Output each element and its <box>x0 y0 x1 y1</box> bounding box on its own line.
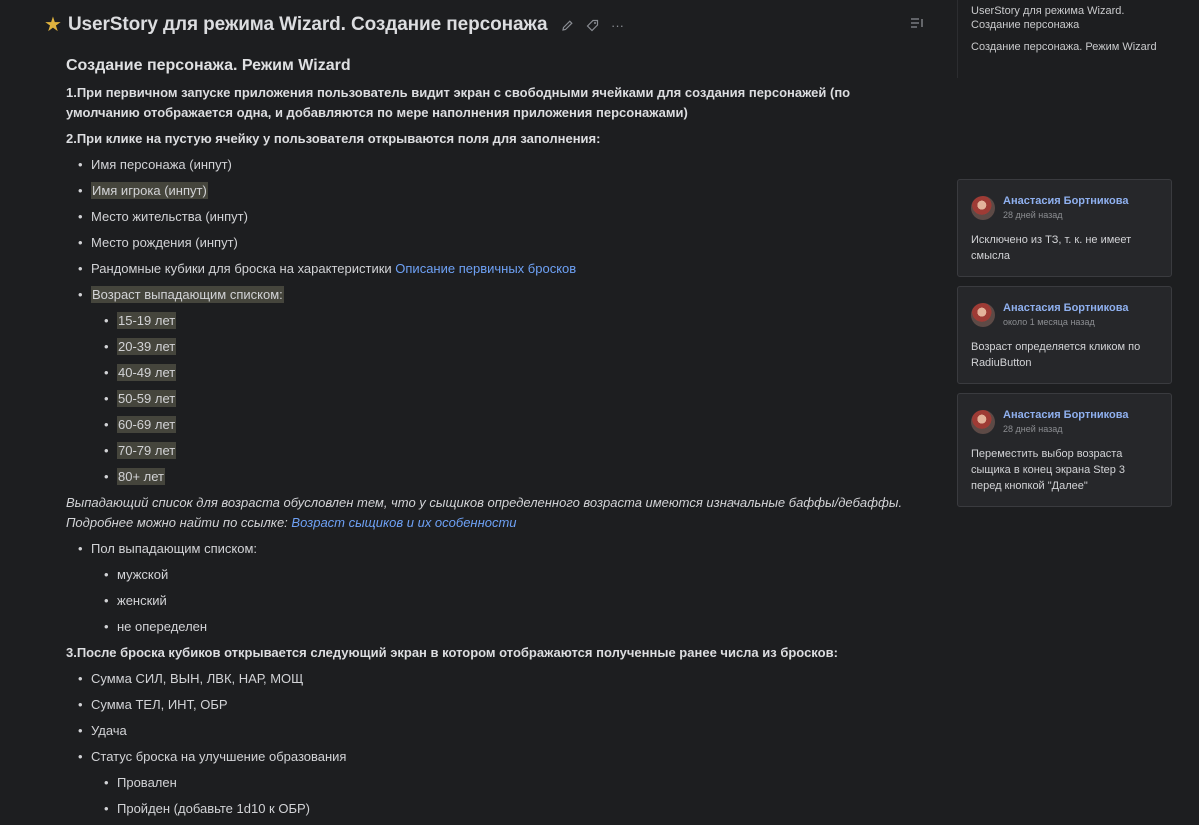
gender-option: женский <box>66 591 916 617</box>
link-age-features[interactable]: Возраст сыщиков и их особенности <box>291 515 516 530</box>
avatar <box>971 303 995 327</box>
edu-option: Провален <box>66 773 916 799</box>
list-item: Место жительства (инпут) <box>66 207 916 233</box>
age-option: 80+ лет <box>66 467 916 493</box>
gender-option: не опеределен <box>66 617 916 643</box>
comment-author[interactable]: Анастасия Бортникова <box>1003 301 1129 315</box>
comment-time: 28 дней назад <box>1003 210 1063 220</box>
toc-item[interactable]: Создание персонажа. Режим Wizard <box>971 40 1171 54</box>
list-item: Возраст выпадающим списком: <box>66 285 916 311</box>
age-option: 15-19 лет <box>66 311 916 337</box>
link-primary-rolls[interactable]: Описание первичных бросков <box>395 261 576 276</box>
comment-text: Возраст определяется кликом по RadiuButt… <box>971 341 1141 369</box>
more-icon[interactable]: ··· <box>610 17 626 33</box>
gender-option: мужской <box>66 565 916 591</box>
tag-icon[interactable] <box>585 17 601 33</box>
comment-card[interactable]: Анастасия Бортникова около 1 месяца наза… <box>957 286 1172 384</box>
star-icon[interactable]: ★ <box>44 15 62 35</box>
main-content-area: ★ UserStory для режима Wizard. Создание … <box>0 0 950 819</box>
list-item: Рандомные кубики для броска на характери… <box>66 259 916 285</box>
list-item: Статус броска на улучшение образования <box>66 747 916 773</box>
comment-author[interactable]: Анастасия Бортникова <box>1003 408 1129 422</box>
age-option: 50-59 лет <box>66 389 916 415</box>
list-item: Сумма СИЛ, ВЫН, ЛВК, НАР, МОЩ <box>66 669 916 695</box>
comment-text: Исключено из ТЗ, т. к. не имеет смысла <box>971 234 1132 262</box>
document-body: Создание персонажа. Режим Wizard 1.При п… <box>66 55 916 825</box>
comment-author[interactable]: Анастасия Бортникова <box>1003 194 1129 208</box>
highlighted-text[interactable]: Возраст выпадающим списком: <box>91 286 284 303</box>
toc-item[interactable]: UserStory для режима Wizard. Создание пе… <box>971 4 1171 32</box>
table-of-contents: UserStory для режима Wizard. Создание пе… <box>957 0 1171 78</box>
list-item: Имя персонажа (инпут) <box>66 155 916 181</box>
list-item: Пол выпадающим списком: <box>66 539 916 565</box>
comment-time: 28 дней назад <box>1003 424 1063 434</box>
list-item: Место рождения (инпут) <box>66 233 916 259</box>
avatar <box>971 410 995 434</box>
section-heading: Создание персонажа. Режим Wizard <box>66 57 351 74</box>
page-title: UserStory для режима Wizard. Создание пе… <box>67 14 548 35</box>
paragraph-3: 3.После броска кубиков открывается следу… <box>66 645 838 660</box>
age-option: 20-39 лет <box>66 337 916 363</box>
comment-card[interactable]: Анастасия Бортникова 28 дней назад Перем… <box>957 393 1172 507</box>
comment-time: около 1 месяца назад <box>1003 317 1095 327</box>
list-item: Сумма ТЕЛ, ИНТ, ОБР <box>66 695 916 721</box>
age-option: 40-49 лет <box>66 363 916 389</box>
paragraph-1: 1.При первичном запуске приложения польз… <box>66 85 851 120</box>
toc-icon[interactable] <box>910 16 928 32</box>
edu-option: Пройден (добавьте 1d10 к ОБР) <box>66 799 916 825</box>
edit-icon[interactable] <box>560 17 576 33</box>
age-option: 70-79 лет <box>66 441 916 467</box>
highlighted-text[interactable]: Имя игрока (инпут) <box>91 182 208 199</box>
age-option: 60-69 лет <box>66 415 916 441</box>
paragraph-2: 2.При клике на пустую ячейку у пользоват… <box>66 131 601 146</box>
title-actions: ··· <box>560 17 626 33</box>
list-item: Удача <box>66 721 916 747</box>
avatar <box>971 196 995 220</box>
comment-card[interactable]: Анастасия Бортникова 28 дней назад Исклю… <box>957 179 1172 277</box>
age-note: Выпадающий список для возраста обусловле… <box>66 495 903 530</box>
comment-text: Переместить выбор возраста сыщика в коне… <box>971 448 1126 492</box>
title-row: ★ UserStory для режима Wizard. Создание … <box>44 11 626 39</box>
list-item: Имя игрока (инпут) <box>66 181 916 207</box>
